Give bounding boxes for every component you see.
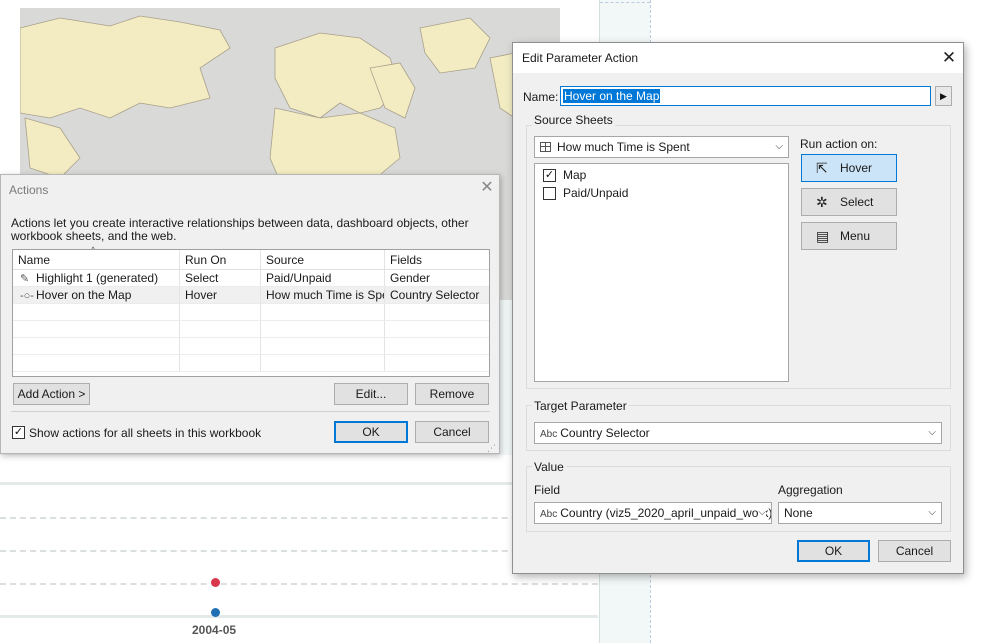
run-on-label: Hover [840,161,873,175]
run-on-label: Select [840,195,874,209]
dashboard-icon [540,142,551,152]
timeline-axis-line [0,615,598,618]
dialog-title: Edit Parameter Action [522,51,639,65]
highlight-icon: ✎ [20,273,30,285]
sheet-checkbox-map[interactable]: ✓ [543,169,556,182]
column-header-fields[interactable]: Fields [385,250,489,269]
aggregation-label: Aggregation [778,483,843,497]
table-row-empty [13,338,489,355]
row-fields: Gender [390,271,431,285]
source-sheet-value: How much Time is Spent [557,140,690,154]
insert-menu-button[interactable]: ▶ [935,86,952,106]
table-header: Name Run On Source Fields [13,250,489,270]
table-row-empty [13,321,489,338]
show-all-label: Show actions for all sheets in this work… [29,426,262,440]
cursor-icon: ⇱ [816,160,828,176]
edit-parameter-action-dialog: Edit Parameter Action ✕ Name: Hover on t… [512,42,964,574]
dialog-title: Actions [9,183,49,197]
name-input[interactable]: Hover on the Map [560,86,931,106]
row-run-on: Select [180,270,261,286]
field-dropdown[interactable]: Abc Country (viz5_2020_april_unpaid_work)… [534,502,772,524]
target-parameter-value: Country Selector [560,426,650,440]
column-header-name[interactable]: Name [13,250,180,269]
row-source: How much Time is Spe... [261,287,385,303]
target-parameter-label: Target Parameter [532,399,629,413]
sheet-label: Paid/Unpaid [563,186,629,200]
chevron-down-icon: ⌵ [758,503,766,523]
menu-icon: ▤ [816,228,830,244]
table-row[interactable]: ✎ Highlight 1 (generated) Select Paid/Unp… [13,270,489,287]
row-run-on: Hover [180,287,261,303]
close-icon[interactable]: ✕ [479,179,495,197]
sheet-checkbox-paid-unpaid[interactable] [543,187,556,200]
name-label: Name: [523,90,559,104]
timeline-axis-label: 2004-05 [192,623,237,637]
string-type-icon: Abc [540,509,558,520]
row-name-cell: -○- Hover on the Map [13,287,180,303]
actions-table: Name Run On Source Fields ✎ Highlight 1 (… [12,249,490,377]
dialog-description: Actions let you create interactive relat… [11,216,469,243]
chevron-down-icon: ⌵ [775,141,783,152]
row-name: Highlight 1 (generated) [36,271,159,285]
table-row-selected[interactable]: -○- Hover on the Map Hover How much Time … [13,287,489,304]
cancel-button[interactable]: Cancel [415,421,489,443]
select-click-icon: ✲ [816,194,828,210]
run-on-select-button[interactable]: ✲ Select [801,188,897,216]
data-point-blue[interactable] [211,608,220,617]
timeline-gridline [0,482,598,485]
add-action-button[interactable]: Add Action > [13,383,90,405]
run-action-label: Run action on: [800,137,878,151]
aggregation-value: None [784,506,813,520]
edit-button[interactable]: Edit... [334,383,408,405]
field-label: Field [534,483,561,497]
timeline-gridline [0,550,598,552]
aggregation-dropdown[interactable]: None ⌵ [778,502,942,524]
resize-grip-icon[interactable]: ⋰ [487,443,496,454]
name-input-value: Hover on the Map [563,89,661,103]
run-on-menu-button[interactable]: ▤ Menu [801,222,897,250]
string-type-icon: Abc [540,429,558,440]
remove-button[interactable]: Remove [415,383,489,405]
run-on-hover-button[interactable]: ⇱ Hover [801,154,897,182]
run-on-label: Menu [840,229,871,243]
source-sheet-dropdown[interactable]: How much Time is Spent ⌵ [534,136,789,158]
timeline-panel: 2004-05 [0,455,600,643]
chevron-down-icon: ⌵ [928,427,936,438]
data-point-red[interactable] [211,578,220,587]
show-all-checkbox[interactable]: ✓ [12,426,25,439]
dialog-titlebar: Edit Parameter Action ✕ [513,43,963,73]
ok-button[interactable]: OK [334,421,408,443]
field-value: Country (viz5_2020_april_unpaid_work) [560,506,772,520]
sheet-label: Map [563,168,587,182]
table-row-empty [13,304,489,321]
actions-dialog: Actions ✕ Actions let you create interac… [0,174,500,454]
parameter-icon: -○- [20,290,34,302]
table-row-empty [13,355,489,372]
value-label: Value [532,460,566,474]
ok-button[interactable]: OK [797,540,870,562]
row-name-cell: ✎ Highlight 1 (generated) [13,270,180,286]
timeline-gridline [0,517,598,519]
source-sheets-label: Source Sheets [532,113,615,127]
column-header-source[interactable]: Source [261,250,385,269]
sheet-list: ✓ Map Paid/Unpaid [534,163,789,382]
row-name: Hover on the Map [36,288,132,302]
chevron-down-icon: ⌵ [928,507,936,518]
dashboard-boundary-line-top [600,2,650,3]
row-source: Paid/Unpaid [261,270,385,286]
cancel-button[interactable]: Cancel [878,540,951,562]
timeline-gridline [0,583,598,585]
divider [11,411,490,412]
column-header-run-on[interactable]: Run On [180,250,261,269]
close-icon[interactable]: ✕ [939,47,959,69]
row-fields: Country Selector [390,288,480,302]
target-parameter-dropdown[interactable]: Abc Country Selector ⌵ [534,422,942,444]
